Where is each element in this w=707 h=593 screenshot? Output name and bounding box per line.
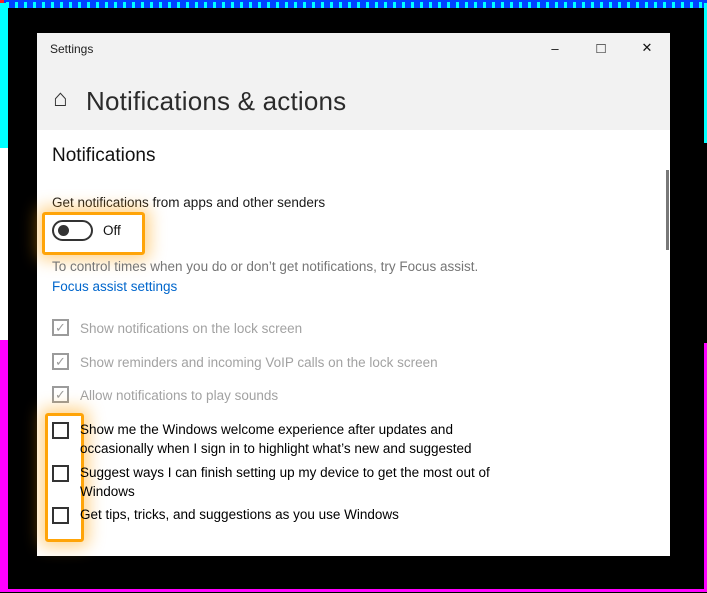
- scrollbar-thumb[interactable]: [666, 170, 669, 250]
- page-title: Notifications & actions: [86, 86, 347, 116]
- checkbox-label: Get tips, tricks, and suggestions as you…: [80, 507, 399, 522]
- checkbox-row: Show me the Windows welcome experience a…: [52, 422, 520, 458]
- toggle-knob: [58, 225, 69, 236]
- home-icon[interactable]: ⌂: [53, 87, 68, 111]
- checkbox-label: Suggest ways I can finish setting up my …: [80, 465, 490, 499]
- checkbox-label: Allow notifications to play sounds: [80, 388, 279, 403]
- close-button[interactable]: ✕: [624, 33, 670, 63]
- section-title: Notifications: [52, 145, 156, 166]
- toggle-state-label: Off: [103, 223, 121, 238]
- minimize-icon: –: [551, 40, 559, 56]
- frame-left-cyan: [0, 3, 8, 148]
- frame-left-magenta: [0, 340, 8, 589]
- checkmark-icon: ✓: [55, 354, 66, 369]
- caption-buttons: – □ ✕: [532, 33, 670, 63]
- checkbox-checked-disabled: ✓: [52, 386, 69, 403]
- checkbox-checked-disabled: ✓: [52, 319, 69, 336]
- focus-assist-settings-link[interactable]: Focus assist settings: [52, 279, 177, 294]
- checkbox-row: Get tips, tricks, and suggestions as you…: [52, 507, 520, 524]
- window-title: Settings: [50, 42, 94, 56]
- checkbox-row: Suggest ways I can finish setting up my …: [52, 465, 520, 501]
- close-icon: ✕: [641, 40, 653, 55]
- checkbox-row: ✓ Show notifications on the lock screen: [52, 319, 520, 338]
- settings-window: Settings – □ ✕ ⌂ Notifications & actions…: [37, 33, 670, 556]
- maximize-icon: □: [596, 39, 606, 57]
- checkmark-icon: ✓: [55, 320, 66, 335]
- minimize-button[interactable]: –: [532, 33, 578, 63]
- checkbox-label: Show me the Windows welcome experience a…: [80, 422, 472, 456]
- frame-top-dashed-border: [0, 0, 707, 8]
- checkbox-checked-disabled: ✓: [52, 353, 69, 370]
- checkbox-row: ✓ Allow notifications to play sounds: [52, 386, 520, 405]
- checkmark-icon: ✓: [55, 387, 66, 402]
- checkbox-row: ✓ Show reminders and incoming VoIP calls…: [52, 353, 520, 372]
- checkbox-label: Show notifications on the lock screen: [80, 321, 303, 336]
- maximize-button[interactable]: □: [578, 33, 624, 63]
- checkbox-unchecked[interactable]: [52, 422, 69, 439]
- frame-bottom-magenta: [0, 589, 707, 592]
- focus-assist-hint: To control times when you do or don’t ge…: [52, 259, 479, 274]
- toggle-caption: Get notifications from apps and other se…: [52, 195, 326, 210]
- notifications-toggle[interactable]: [52, 220, 93, 241]
- checkbox-unchecked[interactable]: [52, 507, 69, 524]
- checkbox-unchecked[interactable]: [52, 465, 69, 482]
- checkbox-label: Show reminders and incoming VoIP calls o…: [80, 355, 438, 370]
- frame-left-white: [0, 148, 8, 340]
